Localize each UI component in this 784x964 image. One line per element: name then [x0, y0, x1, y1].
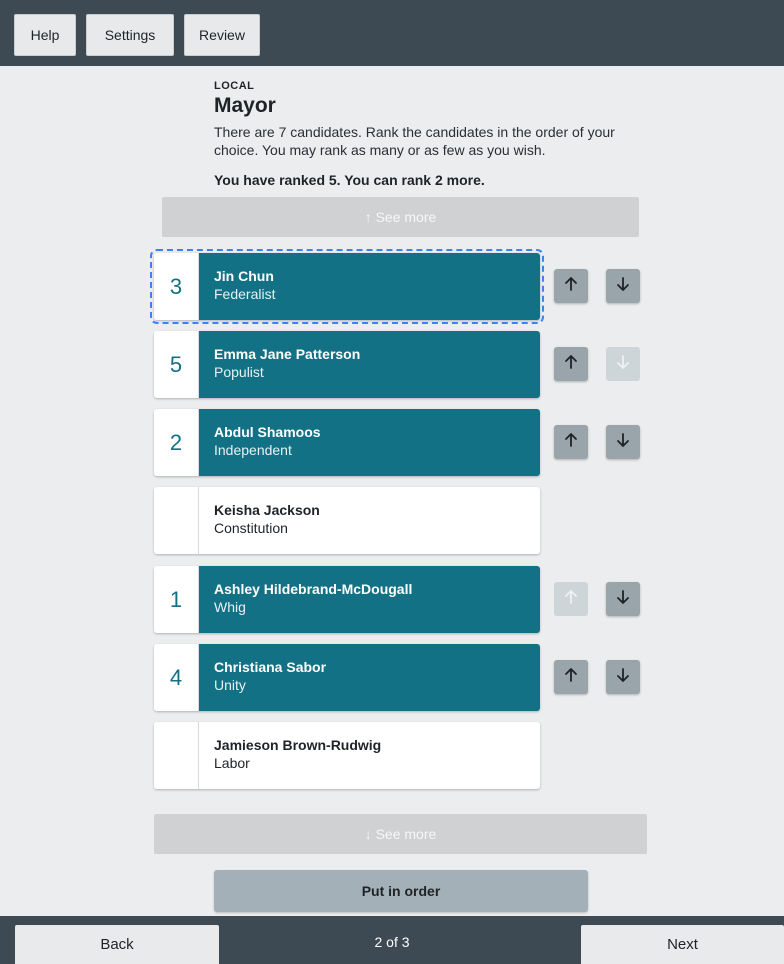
candidate-party: Labor	[214, 755, 250, 771]
next-button[interactable]: Next	[581, 925, 784, 964]
candidate-name: Abdul Shamoos	[214, 424, 321, 440]
move-up-button[interactable]	[554, 425, 588, 459]
candidate-info: Emma Jane Patterson Populist	[199, 331, 540, 398]
put-in-order-button[interactable]: Put in order	[214, 870, 588, 912]
candidate-name: Christiana Sabor	[214, 659, 327, 675]
arrow-down-icon	[615, 354, 631, 375]
candidate-party: Federalist	[214, 286, 276, 302]
candidate-party: Unity	[214, 677, 246, 693]
candidate-card[interactable]: 4 Christiana Sabor Unity	[154, 644, 540, 711]
candidate-party: Whig	[214, 599, 246, 615]
candidate-party: Independent	[214, 442, 292, 458]
candidate-rank: 1	[154, 566, 199, 633]
top-toolbar: Help Settings Review	[0, 0, 784, 66]
candidate-card[interactable]: Jamieson Brown-Rudwig Labor	[154, 722, 540, 789]
candidate-info: Jin Chun Federalist	[199, 253, 540, 320]
see-more-up-button[interactable]: ↑ See more	[162, 197, 639, 237]
candidate-name: Ashley Hildebrand-McDougall	[214, 581, 413, 597]
page-indicator: 2 of 3	[374, 934, 410, 950]
contest-category: LOCAL	[214, 80, 255, 92]
contest-instructions: There are 7 candidates. Rank the candida…	[214, 124, 615, 158]
candidate-name: Emma Jane Patterson	[214, 346, 361, 362]
arrow-up-icon	[563, 667, 579, 688]
footer-bar: Back 2 of 3 Next	[0, 916, 784, 964]
arrow-down-icon	[615, 667, 631, 688]
contest-header: LOCAL Mayor There are 7 candidates. Rank…	[214, 80, 634, 188]
arrow-down-icon	[615, 589, 631, 610]
candidate-card[interactable]: 3 Jin Chun Federalist	[150, 249, 544, 324]
ranked-status: You have ranked 5. You can rank 2 more.	[214, 172, 485, 188]
candidate-name: Jamieson Brown-Rudwig	[214, 737, 382, 753]
candidate-rank: 4	[154, 644, 199, 711]
move-up-button[interactable]	[554, 660, 588, 694]
move-down-button[interactable]	[606, 269, 640, 303]
back-button[interactable]: Back	[15, 925, 219, 964]
move-down-button[interactable]	[606, 582, 640, 616]
help-button[interactable]: Help	[14, 14, 76, 56]
arrow-up-icon	[563, 432, 579, 453]
candidate-party: Constitution	[214, 520, 288, 536]
candidate-rank: 5	[154, 331, 199, 398]
arrow-down-icon	[615, 276, 631, 297]
candidate-name: Jin Chun	[214, 268, 274, 284]
see-more-down-button[interactable]: ↓ See more	[154, 814, 647, 854]
candidate-info: Keisha Jackson Constitution	[199, 487, 540, 554]
arrow-up-icon	[563, 589, 579, 610]
settings-button[interactable]: Settings	[86, 14, 174, 56]
move-down-button[interactable]	[606, 425, 640, 459]
candidate-party: Populist	[214, 364, 264, 380]
move-up-button[interactable]	[554, 582, 588, 616]
move-down-button[interactable]	[606, 347, 640, 381]
review-button[interactable]: Review	[184, 14, 260, 56]
candidate-rank: 2	[154, 409, 199, 476]
candidate-card[interactable]: 1 Ashley Hildebrand-McDougall Whig	[154, 566, 540, 633]
contest-title: Mayor	[214, 94, 276, 117]
candidate-rank	[154, 487, 199, 554]
candidate-name: Keisha Jackson	[214, 502, 320, 518]
candidate-info: Ashley Hildebrand-McDougall Whig	[199, 566, 540, 633]
candidate-card[interactable]: 5 Emma Jane Patterson Populist	[154, 331, 540, 398]
candidate-rank	[154, 722, 199, 789]
candidate-info: Christiana Sabor Unity	[199, 644, 540, 711]
move-down-button[interactable]	[606, 660, 640, 694]
move-up-button[interactable]	[554, 269, 588, 303]
arrow-up-icon	[563, 276, 579, 297]
arrow-down-icon	[615, 432, 631, 453]
candidate-rank: 3	[154, 253, 199, 320]
candidate-card[interactable]: Keisha Jackson Constitution	[154, 487, 540, 554]
move-up-button[interactable]	[554, 347, 588, 381]
candidate-info: Jamieson Brown-Rudwig Labor	[199, 722, 540, 789]
candidate-card[interactable]: 2 Abdul Shamoos Independent	[154, 409, 540, 476]
arrow-up-icon	[563, 354, 579, 375]
candidate-info: Abdul Shamoos Independent	[199, 409, 540, 476]
